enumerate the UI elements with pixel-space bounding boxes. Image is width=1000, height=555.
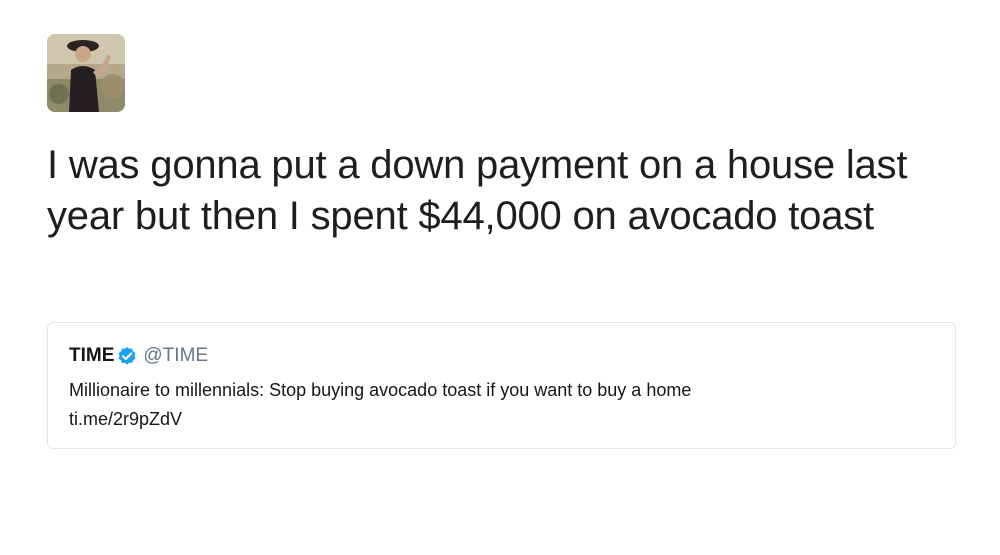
quoted-tweet-handle[interactable]: @TIME [143, 345, 208, 367]
quoted-tweet-text: Millionaire to millennials: Stop buying … [69, 380, 692, 400]
quoted-tweet-card[interactable]: TIME @TIME Millionaire to millennials: S… [47, 322, 956, 449]
quoted-tweet-author-name[interactable]: TIME [69, 345, 114, 367]
quoted-tweet-link[interactable]: ti.me/2r9pZdV [69, 405, 939, 434]
avatar[interactable] [47, 34, 125, 112]
quoted-tweet-body: Millionaire to millennials: Stop buying … [69, 376, 939, 434]
tweet-text: I was gonna put a down payment on a hous… [47, 143, 908, 238]
avatar-photo [47, 34, 125, 112]
verified-badge-icon [117, 346, 137, 366]
quoted-tweet-header: TIME @TIME [69, 344, 208, 368]
